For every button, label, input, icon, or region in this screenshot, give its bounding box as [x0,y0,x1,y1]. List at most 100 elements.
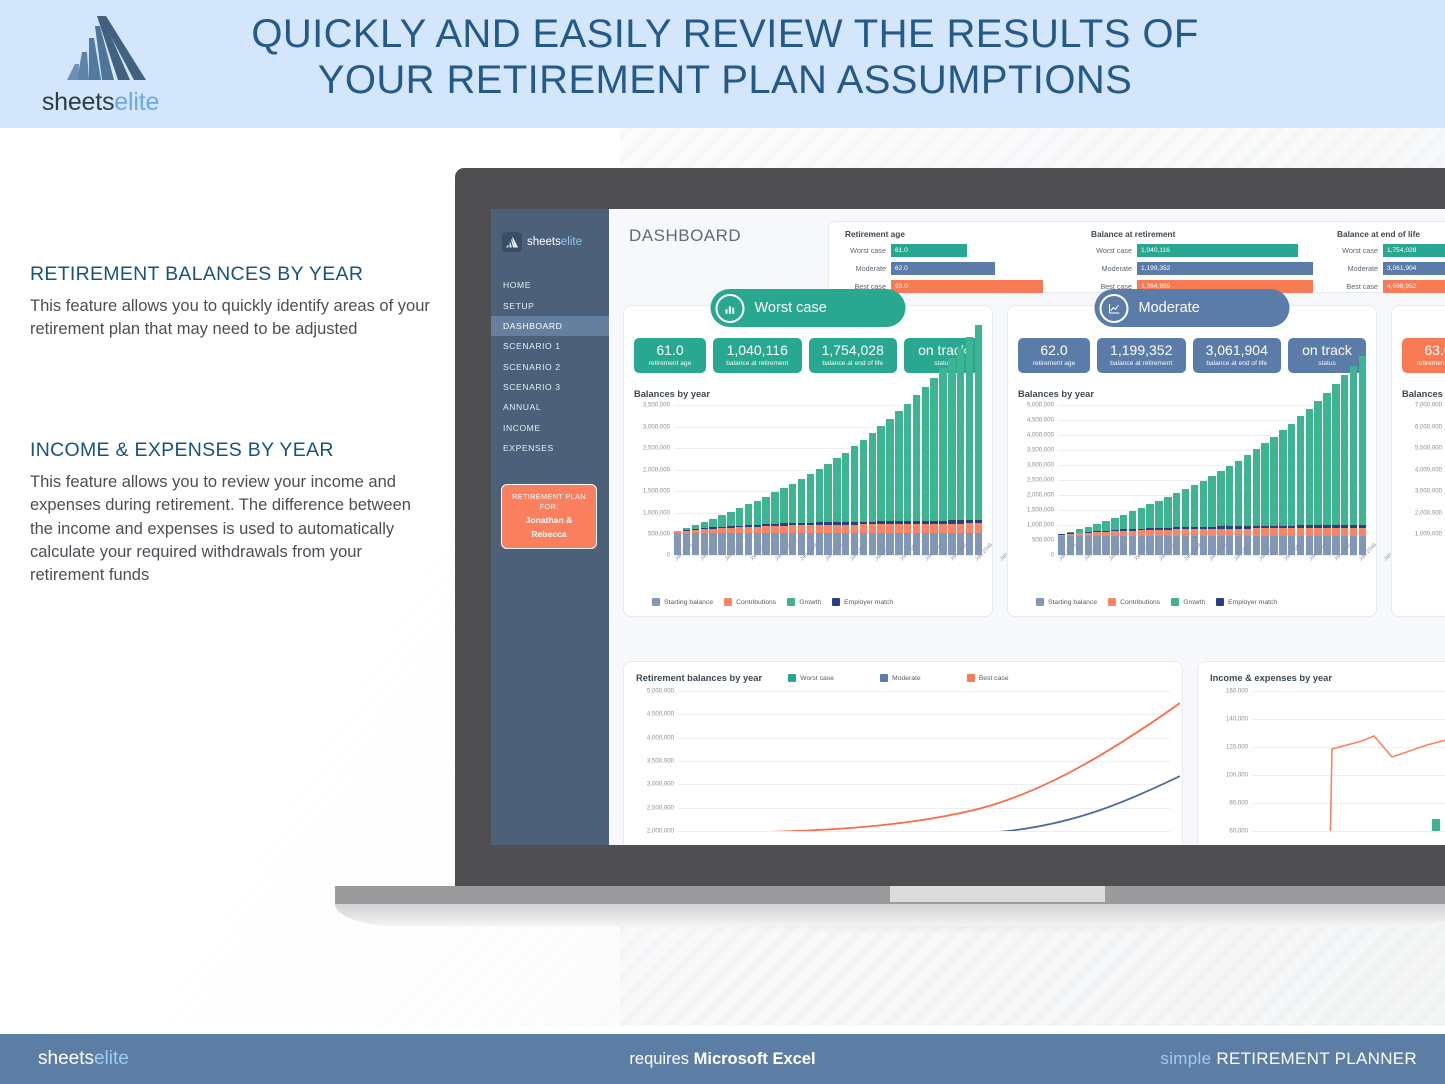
sidebar-item-setup[interactable]: SETUP [491,295,609,315]
chart-title: Retirement balances by year [636,673,763,683]
chart-legend: Starting balance Contributions Growth Em… [634,598,982,607]
chart-bar-segment [850,524,859,534]
chart-y-tick-label: 3,000,000 [646,780,674,788]
kpi-retirement-age: 63.0 retirement age [1402,338,1445,374]
sidebar-brand: sheetselite [491,223,609,257]
sidebar-item-annual[interactable]: ANNUAL [491,397,609,417]
chart-bar-segment [842,524,850,534]
sidebar-logo-icon [502,232,522,252]
chart-bar-segment [877,524,885,534]
sidebar-item-dashboard[interactable]: DASHBOARD [491,315,609,337]
chart-y-tick-label: 120,000 [1225,743,1248,751]
chart-bar [912,395,921,556]
chart-bars [1058,355,1367,556]
chart-bar-segment [771,492,779,524]
legend-label: Contributions [1120,598,1161,606]
line-series [1329,735,1445,831]
legend-swatch [832,598,841,607]
sidebar-item-home[interactable]: HOME [491,275,609,295]
chart-bar-segment [974,523,983,534]
chart-bar-segment [1190,484,1199,527]
bar-chart-icon [715,293,745,323]
chart-legend: Worst case Moderate Best case [788,674,1009,682]
chart-y-tick-label: 2,000,000 [642,466,670,474]
sidebar-item-scenario-1[interactable]: SCENARIO 1 [491,336,609,356]
legend-swatch [1216,598,1225,607]
summary-bar-moderate: 62.0 [891,262,995,275]
scenario-pill-moderate[interactable]: Moderate [1094,289,1290,327]
chart-bar-segment [1349,527,1358,537]
summary-group-title: Balance at end of life [1337,229,1420,239]
chart-bar-segment [957,347,965,521]
chart-bar [1261,443,1269,556]
sidebar-item-scenario-2[interactable]: SCENARIO 2 [491,357,609,377]
chart-bar [939,367,947,556]
chart-y-tick-label: 5,000,000 [646,687,674,695]
legend-swatch [652,598,660,607]
sidebar-item-income[interactable]: INCOME [491,418,609,438]
sidebar-item-scenario-3[interactable]: SCENARIO 3 [491,377,609,397]
kpi-value: 1,040,116 [726,342,788,358]
chart-y-tick-label: 4,500,000 [1026,416,1054,424]
chart-bar-segment [1199,480,1207,527]
summary-row-label: Worst case [1096,246,1132,255]
kpi-caption: balance at end of life [822,360,884,368]
chart-y-tick-label: 1,000,000 [1026,521,1054,529]
chart-bar [957,347,965,556]
feature-block-income-expenses: INCOME & EXPENSES BY YEAR This feature a… [30,439,430,587]
logo-wordmark: sheetselite [42,87,160,117]
laptop-bezel: sheetselite HOME SETUP DASHBOARD SCENARI… [455,168,1445,886]
summary-bar-best: 63.0 [891,280,1043,293]
chart-bar-segment [1217,471,1225,527]
chart-bar-segment [965,336,974,521]
chart-y-tick-label: 140,000 [1225,715,1248,723]
legend-swatch [1036,598,1044,607]
dashboard-heading: DASHBOARD [629,226,742,245]
kpi-balance-at-retirement: 1,199,352 balance at retirement [1097,338,1186,374]
kpi-caption: balance at retirement [1110,360,1173,368]
chart-x-axis-labels: Jan 2024 Jan 2026 Jan 2028 Jan 2030 Jan 2032… [1058,543,1445,594]
summary-bar-best: 4,598,952 [1383,280,1445,293]
chart-bar-segment [903,403,912,522]
footer-requirement-prefix: requires [629,1049,694,1068]
chart-bar [833,458,841,556]
chart-y-tick-label: 4,000,000 [1026,431,1054,439]
summary-group-title: Balance at retirement [1091,229,1176,239]
summary-row: Moderate 1,199,352 [1083,261,1313,276]
chart-y-tick-label: 500,000 [647,530,670,538]
chart-bar-segment [1261,443,1269,526]
chart-bar-segment [815,469,823,523]
chart-bar [974,325,983,556]
sidebar-item-expenses[interactable]: EXPENSES [491,438,609,458]
chart-bar-segment [833,524,841,534]
footer-bar: sheetselite requires Microsoft Excel sim… [0,1034,1445,1084]
chart-y-tick-label: 80,000 [1229,799,1248,807]
chart-bar-segment [1119,514,1128,530]
chart-bar [859,439,868,556]
chart-bar [797,479,806,556]
legend-label: Moderate [891,674,921,682]
kpi-retirement-age: 61.0 retirement age [634,338,706,374]
chart-bar-segment [1164,497,1172,528]
chart-bar [771,492,779,556]
kpi-row: 62.0 retirement age 1,199,352 balance at… [1018,338,1366,374]
plan-badge-name-2: Rebecca [531,529,567,540]
kpi-balance-at-end-of-life: 3,061,904 balance at end of life [1192,338,1281,374]
legend-swatch [724,598,733,607]
chart-bar-segment [1146,504,1154,529]
chart-bar-segment [895,411,903,522]
summary-group-balance-at-end-of-life: Balance at end of life Worst case 1,754,… [1321,229,1445,293]
logo-word-elite: elite [114,87,160,116]
chart-bar-segment [930,523,938,534]
legend-label: Employer match [1228,598,1278,606]
legend-swatch [1171,598,1180,607]
scenario-pill-worst-case[interactable]: Worst case [710,289,906,327]
chart-bar-segment [797,479,806,523]
chart-bar-segment [1208,528,1216,537]
summary-bar-worst: 1,754,028 [1383,244,1445,257]
chart-bar-segment [1128,511,1137,529]
legend-label: Best case [978,674,1009,682]
chart-bar [868,433,877,556]
chart-bar [1270,436,1278,556]
chart-bar-segment [1208,476,1216,527]
